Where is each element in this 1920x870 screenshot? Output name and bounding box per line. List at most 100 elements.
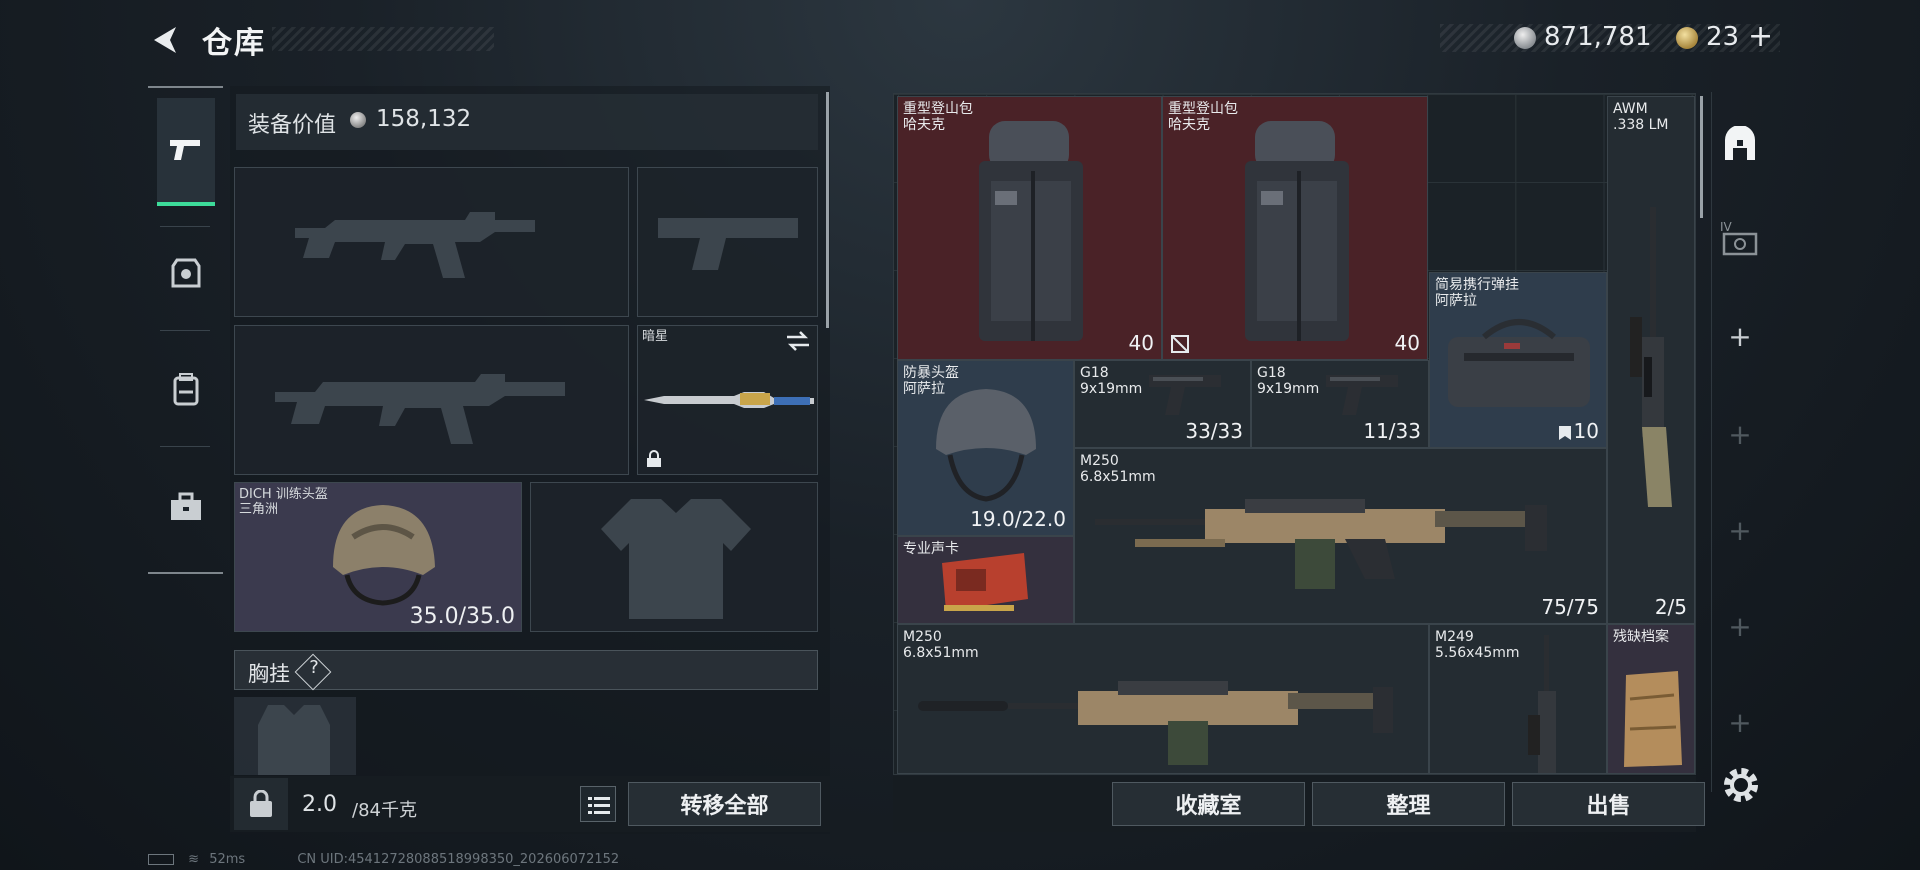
backpack-icon bbox=[173, 373, 199, 406]
melee-slot[interactable]: 暗星 bbox=[637, 325, 818, 475]
item-count: 10 bbox=[1573, 419, 1599, 443]
ping-value: 52ms bbox=[209, 852, 246, 867]
list-icon bbox=[588, 797, 610, 814]
rail-divider bbox=[160, 446, 210, 447]
back-button[interactable] bbox=[148, 22, 184, 58]
help-mark: ? bbox=[309, 657, 319, 678]
storage-tab-main[interactable] bbox=[1716, 114, 1764, 174]
storage-item-riot-helmet[interactable]: 防暴头盔 阿萨拉 19.0/22.0 bbox=[897, 360, 1074, 536]
storage-item-pistol[interactable]: G18 9x19mm 11/33 bbox=[1251, 360, 1429, 448]
item-name: 简易携行弹挂 bbox=[1435, 277, 1519, 293]
page-title: 仓库 bbox=[202, 26, 266, 61]
helmet-slot[interactable]: DICH 训练头盔 三角洲 35.0/35.0 bbox=[234, 482, 522, 632]
storage-item-ammo-carrier[interactable]: 简易携行弹挂 阿萨拉 10 bbox=[1429, 272, 1607, 448]
pistol-icon bbox=[170, 140, 200, 160]
storage-item-machine-gun[interactable]: M250 6.8x51mm 75/75 bbox=[1074, 448, 1607, 624]
tab-case[interactable] bbox=[157, 476, 215, 538]
briefcase-icon bbox=[171, 492, 201, 520]
storage-item-awm[interactable]: AWM .338 LM 2/5 bbox=[1607, 96, 1695, 624]
rail-divider bbox=[160, 330, 210, 331]
equipment-value-label: 装备价值 bbox=[248, 113, 337, 138]
add-storage-slot[interactable]: + bbox=[1716, 596, 1764, 656]
body-armor-slot[interactable] bbox=[530, 482, 818, 632]
storage-item-pistol[interactable]: G18 9x19mm 33/33 bbox=[1074, 360, 1251, 448]
item-caliber: 9x19mm bbox=[1257, 381, 1320, 397]
safe-box-button[interactable] bbox=[234, 778, 288, 830]
item-name: AWM bbox=[1613, 101, 1648, 117]
add-currency-button[interactable]: + bbox=[1748, 19, 1773, 54]
tab-backpack[interactable] bbox=[157, 358, 215, 420]
sell-button[interactable]: 出售 bbox=[1512, 782, 1705, 826]
item-count: 40 bbox=[1128, 331, 1154, 355]
player-uid: CN UID:45412728088518998350_202606072152 bbox=[297, 852, 620, 867]
item-ammo: 11/33 bbox=[1363, 419, 1421, 443]
lock-icon bbox=[647, 450, 661, 467]
item-ammo: 33/33 bbox=[1185, 419, 1243, 443]
storage-item-sound-card[interactable]: 专业声卡 bbox=[897, 536, 1074, 624]
vest-silhouette-icon bbox=[258, 705, 330, 775]
camera-case-icon: IV bbox=[1720, 220, 1758, 256]
add-storage-slot[interactable]: + bbox=[1716, 404, 1764, 464]
item-caliber: 9x19mm bbox=[1080, 381, 1143, 397]
silver-currency-value: 871,781 bbox=[1544, 22, 1652, 52]
sound-card-image bbox=[942, 553, 1028, 611]
sort-button[interactable]: 整理 bbox=[1312, 782, 1505, 826]
settings-button[interactable] bbox=[1720, 764, 1762, 806]
item-caliber: .338 LM bbox=[1613, 117, 1669, 133]
wifi-icon: ≋ bbox=[188, 852, 200, 867]
sidearm-slot[interactable] bbox=[637, 167, 818, 317]
chest-rig-slot[interactable] bbox=[234, 697, 356, 775]
transfer-all-button[interactable]: 转移全部 bbox=[628, 782, 821, 826]
back-arrow-icon bbox=[154, 27, 176, 53]
collection-room-button[interactable]: 收藏室 bbox=[1112, 782, 1305, 826]
rifle-silhouette-icon bbox=[275, 374, 565, 444]
storage-item-backpack[interactable]: 重型登山包 哈夫克 40 bbox=[1162, 96, 1428, 360]
svg-text:IV: IV bbox=[1720, 220, 1733, 234]
knife-image bbox=[644, 392, 814, 408]
tab-weapons[interactable] bbox=[157, 98, 215, 206]
storage-item-backpack[interactable]: 重型登山包 哈夫克 40 bbox=[897, 96, 1162, 360]
tab-armor[interactable] bbox=[157, 242, 215, 304]
storage-item-document[interactable]: 残缺档案 bbox=[1607, 624, 1695, 774]
helmet-name: DICH 训练头盔 bbox=[239, 487, 328, 502]
primary-weapon-slot[interactable] bbox=[234, 167, 629, 317]
secondary-weapon-slot[interactable] bbox=[234, 325, 629, 475]
item-count: 40 bbox=[1394, 331, 1420, 355]
list-view-button[interactable] bbox=[580, 786, 616, 822]
storage-scrollbar[interactable] bbox=[1700, 96, 1703, 218]
storage-grid: 重型登山包 哈夫克 40 重型登山包 哈夫克 40 AWM .338 LM 2/… bbox=[893, 93, 1696, 775]
backpack-image bbox=[979, 121, 1083, 341]
chest-rig-label: 胸挂 bbox=[248, 662, 290, 686]
storage-item-m249[interactable]: M249 5.56x45mm bbox=[1429, 624, 1607, 774]
helmet-faction: 三角洲 bbox=[239, 502, 279, 517]
melee-name: 暗星 bbox=[642, 329, 669, 344]
item-name: M250 bbox=[903, 629, 942, 645]
item-name: G18 bbox=[1257, 365, 1286, 381]
no-insure-icon bbox=[1171, 335, 1189, 353]
storage-item-machine-gun[interactable]: M250 6.8x51mm bbox=[897, 624, 1429, 774]
item-faction: 哈夫克 bbox=[1168, 117, 1210, 133]
battery-icon bbox=[148, 854, 174, 865]
helmet-image bbox=[936, 389, 1036, 502]
pistol-image bbox=[1326, 375, 1398, 415]
equipment-scrollbar[interactable] bbox=[826, 92, 829, 328]
document-image bbox=[1624, 671, 1682, 767]
item-name: 重型登山包 bbox=[903, 101, 973, 117]
swap-icon[interactable] bbox=[785, 330, 811, 352]
item-name: 防暴头盔 bbox=[903, 365, 959, 381]
lock-icon bbox=[250, 790, 272, 817]
rail-divider bbox=[160, 226, 210, 227]
storage-tab-expansion[interactable]: IV bbox=[1716, 208, 1764, 268]
helmet-durability: 35.0/35.0 bbox=[409, 604, 515, 629]
add-storage-slot[interactable]: + bbox=[1716, 306, 1764, 366]
item-ammo: 75/75 bbox=[1541, 595, 1599, 619]
item-count: 2/5 bbox=[1654, 595, 1687, 619]
silver-coin-icon bbox=[1514, 27, 1536, 49]
item-caliber: 6.8x51mm bbox=[903, 645, 979, 661]
bag-image bbox=[1448, 319, 1590, 407]
add-storage-slot[interactable]: + bbox=[1716, 500, 1764, 560]
sniper-rifle-image bbox=[1630, 207, 1672, 507]
armor-icon bbox=[171, 258, 201, 288]
item-name: 重型登山包 bbox=[1168, 101, 1238, 117]
add-storage-slot[interactable]: + bbox=[1716, 692, 1764, 752]
